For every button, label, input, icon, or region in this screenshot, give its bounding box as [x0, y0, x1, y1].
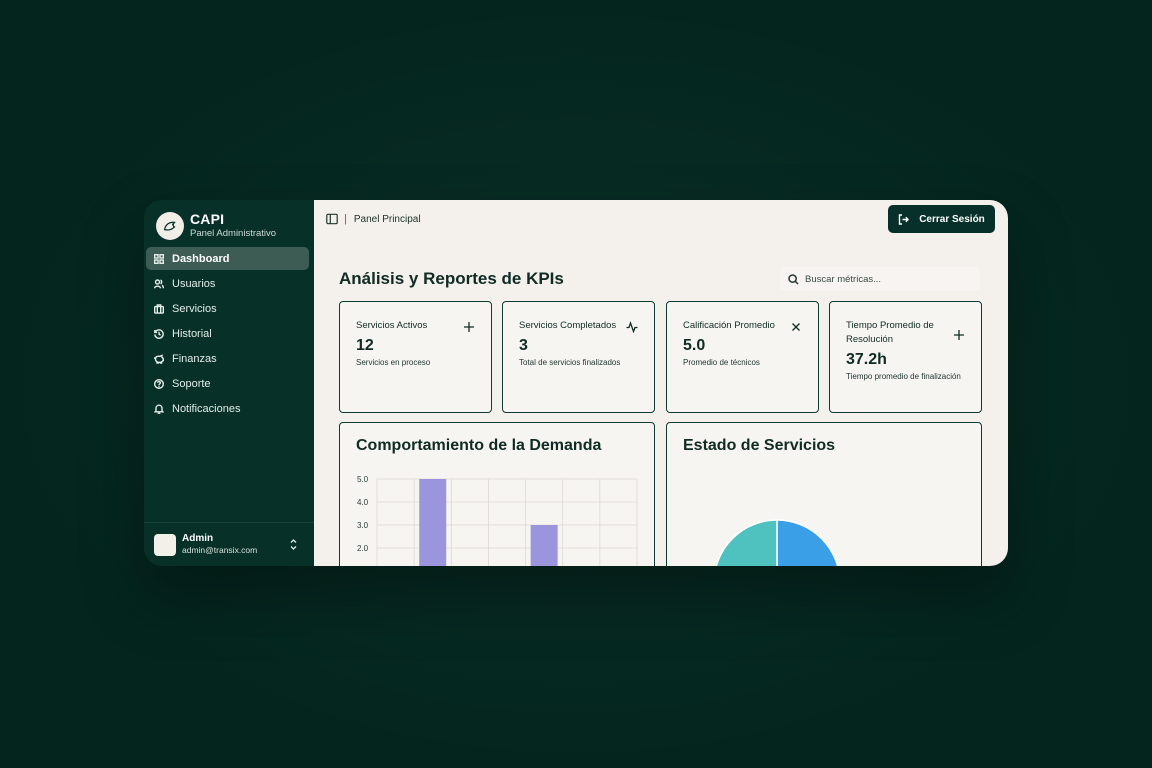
history-icon	[152, 327, 166, 341]
search-icon	[788, 273, 799, 285]
sidebar-item-label: Historial	[172, 327, 212, 340]
logout-icon	[899, 213, 910, 225]
avatar	[154, 533, 176, 556]
pie-chart	[714, 519, 840, 566]
sidebar-item-servicios[interactable]: Servicios	[146, 297, 309, 320]
user-name: Admin	[182, 533, 214, 544]
sidebar-nav: Dashboard Usuarios Servicios Historial F…	[144, 247, 314, 420]
kpi-label: Calificación Promedio	[683, 320, 775, 331]
kpi-value: 12	[356, 337, 374, 354]
pie-slice[interactable]	[714, 519, 778, 566]
demand-chart-card: Comportamiento de la Demanda 5.0 4.0 3.0 2.…	[339, 422, 655, 566]
sidebar-item-label: Servicios	[172, 302, 217, 315]
activity-icon	[626, 320, 638, 334]
kpi-label: Tiempo Promedio de Resolución	[846, 320, 934, 345]
kpi-description: Promedio de técnicos	[683, 358, 760, 367]
sidebar: CAPI Panel Administrativo Dashboard Usua…	[144, 200, 314, 566]
logout-label: Cerrar Sesión	[919, 213, 985, 225]
piggy-bank-icon	[152, 352, 166, 366]
kpi-card-servicios-completados: Servicios Completados 3 Total de servici…	[502, 301, 655, 413]
sidebar-item-notificaciones[interactable]: Notificaciones	[146, 397, 309, 420]
users-icon	[152, 277, 166, 291]
sidebar-item-label: Dashboard	[172, 252, 230, 265]
status-chart-card: Estado de Servicios	[666, 422, 982, 566]
brand: CAPI Panel Administrativo	[144, 200, 314, 244]
sidebar-item-label: Notificaciones	[172, 402, 241, 415]
bar[interactable]	[419, 479, 447, 566]
y-tick-label: 2.0	[357, 544, 369, 553]
help-circle-icon	[152, 377, 166, 391]
kpi-description: Tiempo promedio de finalización	[846, 372, 961, 381]
user-menu[interactable]: Admin admin@transix.com	[144, 522, 314, 566]
kpi-card-calificacion-promedio: Calificación Promedio 5.0 Promedio de té…	[666, 301, 819, 413]
plus-icon	[463, 320, 475, 332]
kpi-value: 37.2h	[846, 351, 887, 368]
kpi-card-tiempo-promedio: Tiempo Promedio de Resolución 37.2h Tiem…	[829, 301, 982, 413]
kpi-card-servicios-activos: Servicios Activos 12 Servicios en proces…	[339, 301, 492, 413]
breadcrumb-separator: |	[344, 213, 347, 225]
sidebar-item-finanzas[interactable]: Finanzas	[146, 347, 309, 370]
y-tick-label: 4.0	[357, 498, 369, 507]
search-input[interactable]	[805, 273, 965, 285]
kpi-label: Servicios Activos	[356, 320, 428, 331]
sidebar-item-label: Usuarios	[172, 277, 216, 290]
x-icon	[790, 320, 802, 332]
kpi-description: Total de servicios finalizados	[519, 358, 621, 367]
sidebar-item-label: Soporte	[172, 377, 211, 390]
kpi-value: 5.0	[683, 337, 706, 354]
sidebar-item-usuarios[interactable]: Usuarios	[146, 272, 309, 295]
bar-chart: 5.0 4.0 3.0 2.0	[357, 475, 638, 566]
breadcrumb[interactable]: Panel Principal	[354, 214, 421, 225]
plus-icon	[953, 328, 965, 340]
bar[interactable]	[530, 525, 558, 566]
briefcase-icon	[152, 302, 166, 316]
chevrons-up-down-icon[interactable]	[289, 538, 298, 551]
search-box[interactable]	[780, 267, 980, 291]
topbar: | Panel Principal Cerrar Sesión	[314, 200, 1008, 238]
kpi-label: Servicios Completados	[519, 320, 617, 331]
app-window: CAPI Panel Administrativo Dashboard Usua…	[144, 200, 1008, 566]
sidebar-toggle-icon[interactable]	[326, 213, 338, 225]
grid-icon	[152, 252, 166, 266]
logo-icon	[156, 212, 184, 240]
sidebar-item-label: Finanzas	[172, 352, 217, 365]
sidebar-item-historial[interactable]: Historial	[146, 322, 309, 345]
logout-button[interactable]: Cerrar Sesión	[888, 205, 995, 233]
brand-name: CAPI	[190, 211, 225, 227]
brand-subtitle: Panel Administrativo	[190, 228, 277, 239]
sidebar-item-dashboard[interactable]: Dashboard	[146, 247, 309, 270]
user-email: admin@transix.com	[182, 545, 258, 555]
y-tick-label: 3.0	[357, 521, 369, 530]
main-content: | Panel Principal Cerrar Sesión Análisis…	[314, 200, 1008, 566]
page-title: Análisis y Reportes de KPIs	[339, 269, 564, 288]
sidebar-item-soporte[interactable]: Soporte	[146, 372, 309, 395]
pie-slice[interactable]	[776, 519, 840, 566]
bell-icon	[152, 402, 166, 416]
kpi-value: 3	[519, 337, 528, 354]
y-tick-label: 5.0	[357, 475, 369, 484]
kpi-description: Servicios en proceso	[356, 358, 431, 367]
